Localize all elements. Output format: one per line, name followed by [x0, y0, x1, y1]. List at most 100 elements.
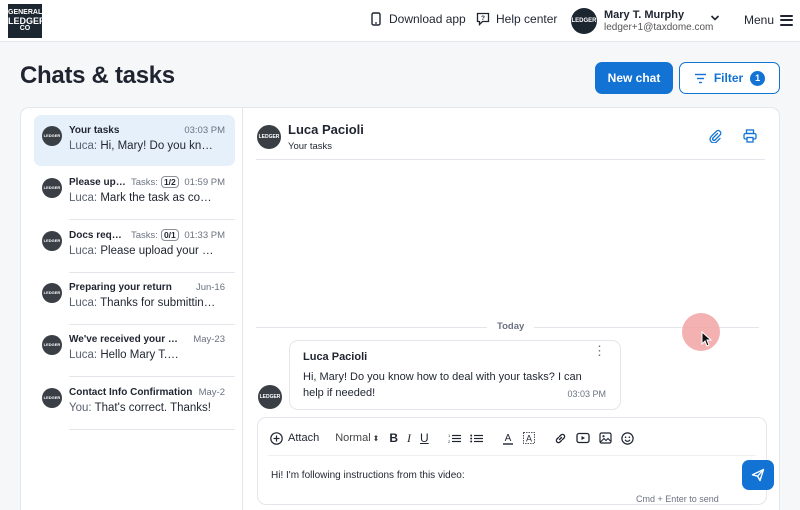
avatar: LEDGER [42, 283, 62, 303]
chat-item-title: Docs required [69, 230, 127, 241]
chat-item-preview: Luca: Hi, Mary! Do you know how to deal … [69, 140, 219, 152]
chat-item-time: May-23 [193, 334, 225, 345]
logo-line-2: LEDGER [8, 16, 46, 26]
new-chat-button[interactable]: New chat [595, 62, 673, 94]
link-icon[interactable] [554, 430, 567, 446]
image-icon[interactable] [599, 430, 612, 446]
paperclip-icon[interactable] [708, 129, 722, 143]
text-style-label: Normal [335, 432, 371, 444]
mouse-cursor-icon [701, 331, 713, 347]
help-center-link[interactable]: ? Help center [476, 12, 557, 26]
chat-item-text: Mark the task as completed [100, 192, 219, 204]
avatar-text: LEDGER [43, 395, 61, 400]
svg-text:1: 1 [448, 433, 451, 438]
chat-item-text: Hello Mary T.… [100, 349, 179, 361]
attach-label: Attach [288, 432, 320, 444]
chat-list: LEDGER Your tasks 03:03 PM Luca: Hi, Mar… [21, 108, 243, 510]
tasks-label: Tasks: [131, 229, 158, 241]
download-app-label: Download app [389, 12, 466, 26]
chat-item-preview: Luca: Thanks for submitting the document… [69, 297, 219, 309]
chat-item-sender: Luca: [69, 245, 98, 257]
filter-button[interactable]: Filter 1 [679, 62, 780, 94]
chat-item-sender: You: [69, 402, 92, 414]
chat-item-time: May-2 [198, 387, 225, 398]
chat-item-preview: Luca: Hello Mary T.… [69, 349, 219, 361]
chat-item-upload-documents[interactable]: LEDGER Please upload documents Tasks:1/2… [34, 167, 235, 220]
chats-panel: LEDGER Your tasks 03:03 PM Luca: Hi, Mar… [20, 107, 780, 510]
chat-item-title: We've received your paid invoice [69, 334, 179, 345]
chat-item-preview: Luca: Mark the task as completed [69, 192, 219, 204]
message-sender: Luca Pacioli [303, 351, 368, 363]
attach-button[interactable]: Attach [270, 430, 319, 446]
help-chat-icon: ? [476, 12, 490, 26]
chat-item-title: Preparing your return [69, 282, 172, 293]
emoji-icon[interactable] [620, 430, 634, 446]
tasks-label: Tasks: [131, 176, 158, 188]
chat-item-contact-info[interactable]: LEDGER Contact Info Confirmation May-2 Y… [34, 377, 235, 430]
chat-item-time: 03:03 PM [184, 125, 225, 136]
chat-item-your-tasks[interactable]: LEDGER Your tasks 03:03 PM Luca: Hi, Mar… [34, 115, 235, 166]
send-icon [751, 468, 765, 482]
user-email: ledger+1@taxdome.com [604, 22, 714, 33]
text-color-icon[interactable]: A [502, 430, 514, 446]
user-name[interactable]: Mary T. Murphy [604, 9, 684, 21]
divider [256, 159, 765, 160]
italic-button[interactable]: I [407, 430, 411, 446]
phone-icon [371, 12, 381, 26]
chat-item-sender: Luca: [69, 192, 98, 204]
chat-item-preview: Luca: Please upload your documents [69, 245, 219, 257]
chevron-down-icon[interactable] [710, 13, 720, 23]
avatar: LEDGER [42, 335, 62, 355]
updown-chevron-icon: ⬍ [372, 433, 380, 443]
ordered-list-icon[interactable]: 12 [448, 430, 461, 446]
firm-logo[interactable]: GENERAL LEDGER CO [8, 4, 46, 38]
avatar: LEDGER [42, 388, 62, 408]
user-avatar[interactable]: LEDGER [571, 8, 597, 34]
send-button[interactable] [742, 460, 774, 490]
filter-icon [694, 73, 706, 83]
avatar-text: LEDGER [43, 238, 61, 243]
chat-item-time: 01:59 PM [184, 177, 225, 188]
highlight-color-icon[interactable]: A [522, 430, 535, 446]
chat-item-title: Your tasks [69, 125, 120, 136]
chat-item-preparing-return[interactable]: LEDGER Preparing your return Jun-16 Luca… [34, 272, 235, 325]
chat-item-text: Thanks for submitting the documents [100, 297, 219, 309]
menu-button[interactable]: Menu [744, 13, 794, 27]
video-icon[interactable] [576, 430, 590, 446]
tasks-count: 0/1 [160, 229, 179, 241]
printer-icon[interactable] [743, 129, 757, 143]
divider [268, 455, 756, 456]
top-bar: GENERAL LEDGER CO Download app ? Help ce… [0, 0, 800, 42]
underline-button[interactable]: U [420, 430, 429, 446]
more-vertical-icon[interactable]: ⋮ [593, 344, 606, 357]
filter-label: Filter [713, 71, 744, 85]
avatar: LEDGER [258, 385, 282, 409]
download-app-link[interactable]: Download app [369, 12, 466, 26]
avatar-text: LEDGER [43, 185, 61, 190]
message-time: 03:03 PM [567, 389, 606, 399]
chat-item-docs-required[interactable]: LEDGER Docs required Tasks:0/1 01:33 PM … [34, 220, 235, 273]
send-shortcut-hint: Cmd + Enter to send [636, 494, 719, 504]
chat-item-paid-invoice[interactable]: LEDGER We've received your paid invoice … [34, 324, 235, 377]
message-text: Hi, Mary! Do you know how to deal with y… [303, 371, 582, 399]
svg-text:A: A [526, 434, 532, 444]
svg-text:?: ? [481, 15, 485, 22]
chat-item-preview: You: That's correct. Thanks! [69, 402, 219, 414]
chat-item-time: Jun-16 [195, 282, 225, 293]
bold-button[interactable]: B [389, 430, 398, 446]
logo-line-3: CO [19, 25, 31, 32]
avatar: LEDGER [42, 231, 62, 251]
avatar-text: LEDGER [43, 133, 61, 138]
chat-item-title: Please upload documents [69, 177, 127, 188]
text-style-select[interactable]: Normal ⬍ [335, 430, 379, 446]
svg-text:2: 2 [448, 439, 451, 444]
bullet-list-icon[interactable] [469, 430, 483, 446]
chat-contact-name: Luca Pacioli [288, 122, 364, 137]
chat-item-tasks: Tasks: 0/1 [131, 229, 179, 241]
message-composer: Attach Normal ⬍ B I U 12 A A Hi! I'm fol… [257, 417, 774, 505]
avatar-text: LEDGER [258, 133, 280, 140]
tasks-count: 1/2 [160, 176, 179, 188]
menu-label: Menu [744, 13, 775, 27]
message-input[interactable]: Hi! I'm following instructions from this… [271, 470, 465, 481]
chat-subtitle: Your tasks [288, 141, 333, 152]
